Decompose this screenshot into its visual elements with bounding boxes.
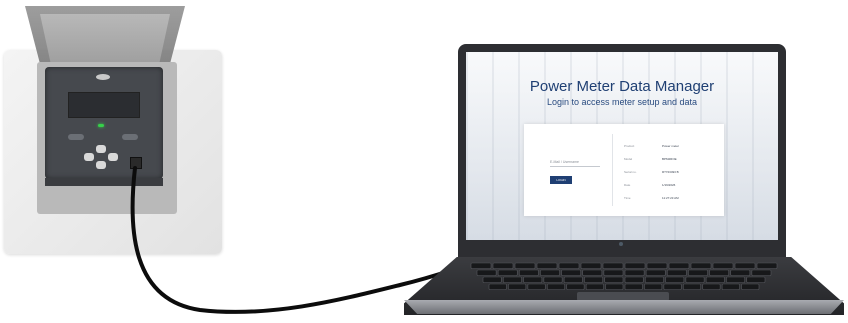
keyboard-key [546, 283, 566, 290]
info-value: 11:27:23 AM [662, 196, 679, 200]
keyboard-key [624, 262, 646, 269]
keyboard-key [540, 269, 560, 276]
keyboard-key [488, 283, 507, 290]
app-subtitle: Login to access meter setup and data [546, 97, 698, 107]
keyboard-key [646, 262, 668, 269]
keyboard-key [721, 283, 740, 290]
keyboard-key [663, 283, 682, 290]
keyboard-key [585, 283, 604, 290]
keyboard-key [514, 262, 536, 269]
keyboard-key [470, 262, 492, 269]
keyboard-key [582, 269, 603, 276]
info-row-model: Model BPM2ROE [624, 157, 714, 163]
keyboard-key [746, 276, 766, 283]
laptop-screen: Power Meter Data Manager Login to access… [466, 52, 778, 240]
keyboard-key [497, 269, 518, 276]
email-field-underline [550, 166, 600, 167]
login-card: E-Mail / Username LOGIN Product Power me… [524, 124, 724, 216]
keyboard-key [523, 276, 543, 283]
keyboard-key [705, 276, 725, 283]
laptop-base-rim [404, 300, 844, 314]
keyboard-key [644, 276, 664, 283]
keyboard-key [508, 283, 527, 290]
info-key: Date [624, 183, 631, 187]
keyboard-key [709, 269, 730, 276]
touchpad[interactable] [577, 292, 669, 301]
info-key: Model [624, 157, 633, 161]
keyboard-key [645, 269, 666, 276]
info-row-date: Date 1/19/2026 [624, 183, 714, 189]
keyboard-key [561, 269, 582, 276]
info-row-product: Product Power meter [624, 144, 714, 150]
info-value: Power meter [662, 144, 680, 148]
keyboard-key [682, 283, 702, 290]
info-key: Serial no. [624, 170, 637, 174]
keyboard-key [502, 276, 522, 283]
keyboard-key [751, 269, 772, 276]
keyboard-key [603, 269, 624, 276]
keyboard-key [543, 276, 563, 283]
info-row-serial: Serial no. R?723493 B [624, 170, 714, 176]
keyboard-key [604, 276, 624, 283]
keyboard-key [756, 262, 778, 269]
keyboard-key [536, 262, 558, 269]
email-field[interactable]: E-Mail / Username [550, 160, 579, 164]
keyboard-key [668, 262, 690, 269]
info-key: Time [624, 196, 631, 200]
keyboard-key [492, 262, 514, 269]
keyboard-key [605, 283, 624, 290]
keyboard-key [518, 269, 539, 276]
keyboard-key [602, 262, 624, 269]
keyboard-key [688, 269, 708, 276]
keyboard-key [563, 276, 583, 283]
keyboard [470, 262, 778, 290]
keyboard-key [702, 283, 721, 290]
keyboard-key [734, 262, 756, 269]
keyboard-key [527, 283, 546, 290]
info-value: BPM2ROE [662, 157, 677, 161]
keyboard-key [584, 276, 604, 283]
keyboard-key [712, 262, 734, 269]
keyboard-key [726, 276, 746, 283]
keyboard-key [741, 283, 760, 290]
card-divider [612, 134, 613, 206]
info-key: Product [624, 144, 635, 148]
info-value: R?723493 B [662, 170, 679, 174]
info-value: 1/19/2026 [662, 183, 676, 187]
keyboard-key [690, 262, 712, 269]
login-button[interactable]: LOGIN [550, 176, 572, 184]
info-row-time: Time 11:27:23 AM [624, 196, 714, 202]
keyboard-key [558, 262, 580, 269]
keyboard-key [666, 269, 687, 276]
keyboard-key [730, 269, 751, 276]
keyboard-key [644, 283, 663, 290]
keyboard-key [580, 262, 602, 269]
keyboard-key [665, 276, 685, 283]
keyboard-key [624, 276, 644, 283]
keyboard-key [685, 276, 705, 283]
webcam-dot [619, 242, 623, 246]
keyboard-key [476, 269, 497, 276]
illustration: Power Meter Data Manager Login to access… [0, 0, 848, 323]
app-title: Power Meter Data Manager [529, 78, 715, 95]
keyboard-key [566, 283, 585, 290]
keyboard-key [482, 276, 502, 283]
keyboard-key [624, 269, 645, 276]
keyboard-key [624, 283, 643, 290]
